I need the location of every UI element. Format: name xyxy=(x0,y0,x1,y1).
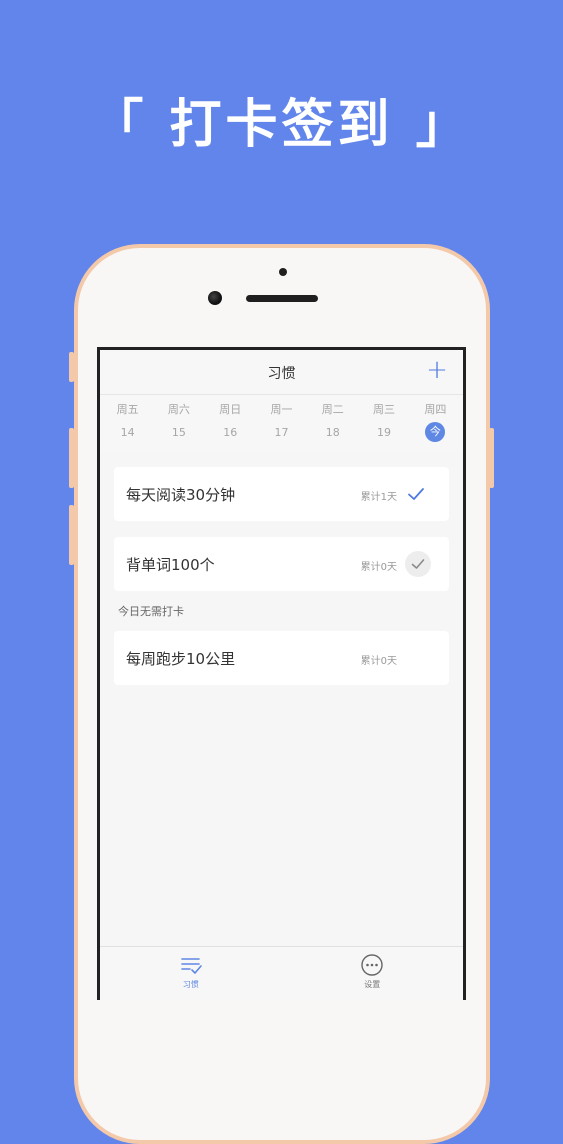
habit-card[interactable]: 每天阅读30分钟 累计1天 xyxy=(114,467,449,521)
tab-label: 习惯 xyxy=(182,980,199,989)
day-sat[interactable]: 周六 15 xyxy=(153,395,204,451)
tab-habits[interactable]: 习惯 xyxy=(100,947,282,1000)
nav-bar: 习惯 + xyxy=(100,350,463,395)
day-number: 19 xyxy=(377,426,392,439)
day-mon[interactable]: 周一 17 xyxy=(256,395,307,451)
habit-title: 每周跑步10公里 xyxy=(126,650,236,668)
habit-list: 每天阅读30分钟 累计1天 背单词100个 累计0天 今日无需打卡 每周跑步10… xyxy=(100,451,463,685)
earpiece-speaker xyxy=(246,295,318,302)
habit-title: 每天阅读30分钟 xyxy=(126,486,236,504)
day-number: 14 xyxy=(120,426,135,439)
habit-card[interactable]: 背单词100个 累计0天 xyxy=(114,537,449,591)
day-tue[interactable]: 周二 18 xyxy=(307,395,358,451)
front-camera xyxy=(208,291,222,305)
day-name: 周五 xyxy=(116,403,139,416)
day-sun[interactable]: 周日 16 xyxy=(205,395,256,451)
tab-bar: 习惯 设置 xyxy=(100,946,463,1000)
checkmark-icon[interactable] xyxy=(403,481,429,507)
list-check-icon xyxy=(180,958,202,974)
sensor-dot xyxy=(279,268,287,276)
day-thu-today[interactable]: 周四 今 xyxy=(410,395,461,451)
day-name: 周二 xyxy=(321,403,344,416)
promo-title: 「 打卡签到 」 xyxy=(91,95,472,155)
day-name: 周一 xyxy=(270,403,293,416)
day-wed[interactable]: 周三 19 xyxy=(358,395,409,451)
week-strip: 周五 14 周六 15 周日 16 周一 17 周二 18 周三 19 周四 今 xyxy=(100,395,463,451)
day-name: 周四 xyxy=(424,403,447,416)
habit-card[interactable]: 每周跑步10公里 累计0天 xyxy=(114,631,449,685)
tab-settings[interactable]: 设置 xyxy=(282,947,464,1000)
more-circle-icon xyxy=(361,954,383,976)
habit-count: 累计0天 xyxy=(360,562,397,573)
page-title: 习惯 xyxy=(267,366,296,382)
tab-label: 设置 xyxy=(364,980,381,989)
day-name: 周日 xyxy=(219,403,242,416)
day-name: 周三 xyxy=(373,403,396,416)
habit-count: 累计1天 xyxy=(360,492,397,503)
day-number: 15 xyxy=(171,426,186,439)
app-screen: 习惯 + 周五 14 周六 15 周日 16 周一 17 周二 18 周三 19… xyxy=(97,347,466,1000)
day-name: 周六 xyxy=(167,403,190,416)
day-number: 16 xyxy=(223,426,238,439)
habit-count: 累计0天 xyxy=(360,656,397,667)
habit-title: 背单词100个 xyxy=(126,556,215,574)
today-badge: 今 xyxy=(425,422,446,442)
day-number: 17 xyxy=(274,426,289,439)
check-circle-icon[interactable] xyxy=(405,551,431,577)
section-label: 今日无需打卡 xyxy=(118,605,184,618)
add-habit-button[interactable]: + xyxy=(425,357,449,383)
day-fri[interactable]: 周五 14 xyxy=(102,395,153,451)
day-number: 18 xyxy=(325,426,340,439)
